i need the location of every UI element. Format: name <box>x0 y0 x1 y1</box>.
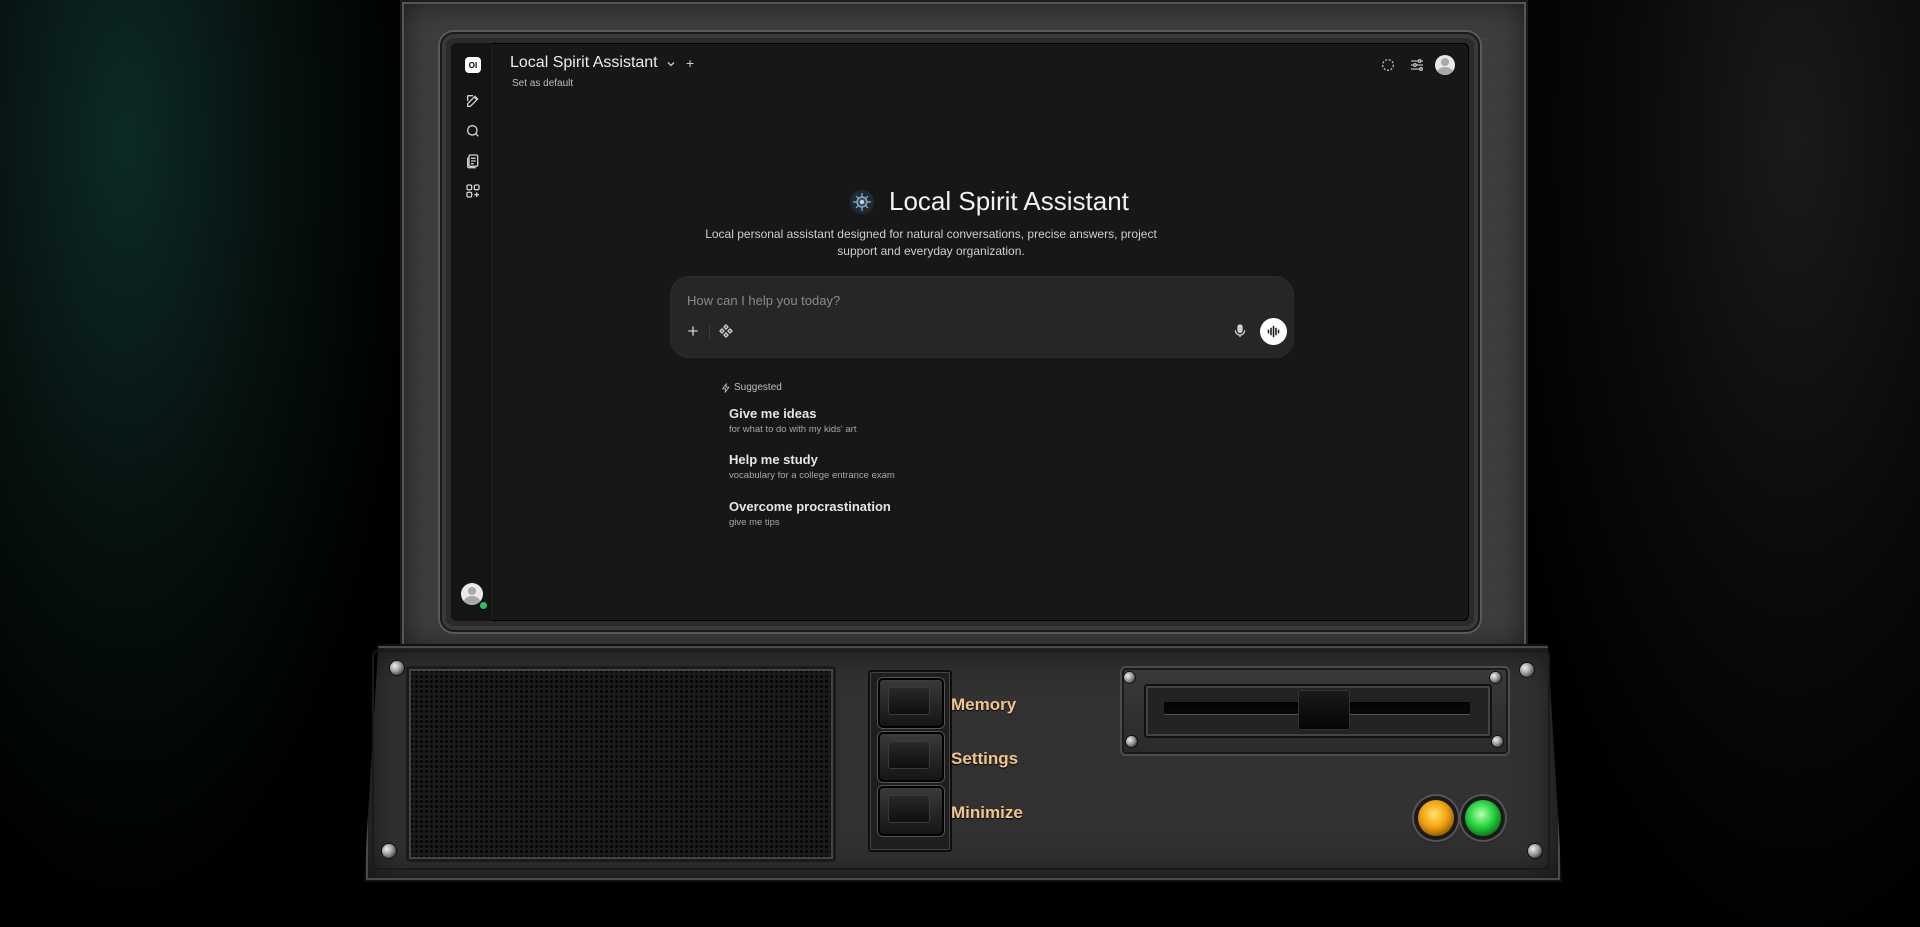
pencil-square-icon[interactable] <box>465 93 481 109</box>
assistant-description: Local personal assistant designed for na… <box>705 227 1157 258</box>
screw <box>1520 663 1534 677</box>
background-left <box>0 0 420 927</box>
suggestion-subtitle: vocabulary for a college entrance exam <box>729 470 895 481</box>
temporary-chat-icon[interactable] <box>1380 57 1396 73</box>
suggestion-subtitle: for what to do with my kids' art <box>729 424 857 435</box>
memory-button[interactable] <box>878 678 944 728</box>
app-logo[interactable]: OI <box>465 57 481 73</box>
voice-mode-button[interactable] <box>1260 318 1287 345</box>
model-selector[interactable]: Local Spirit Assistant <box>510 54 658 72</box>
settings-button[interactable] <box>878 732 944 782</box>
chevron-down-icon[interactable] <box>665 58 677 70</box>
notes-icon[interactable] <box>465 153 481 169</box>
plus-icon[interactable] <box>685 323 701 339</box>
amber-indicator-light <box>1418 800 1454 836</box>
green-indicator-light <box>1465 800 1501 836</box>
screw <box>1126 736 1137 747</box>
background-right <box>1500 0 1920 927</box>
workspace-icon[interactable] <box>465 183 481 199</box>
controls-sliders-icon[interactable] <box>1409 57 1425 73</box>
suggested-heading: Suggested <box>721 382 782 393</box>
set-as-default-link[interactable]: Set as default <box>512 78 573 89</box>
speaker-grille <box>406 666 836 862</box>
minimize-button[interactable] <box>878 786 944 836</box>
app-screen: OI Local Spirit Assistant + Set as defau… <box>451 43 1469 621</box>
audio-waveform-icon <box>1267 325 1280 338</box>
lightning-icon <box>721 382 730 393</box>
suggestion-item[interactable]: Help me study vocabulary for a college e… <box>729 452 1089 481</box>
microphone-icon[interactable] <box>1232 323 1248 339</box>
tools-icon[interactable] <box>718 323 734 339</box>
search-icon[interactable] <box>465 123 481 139</box>
screw <box>1490 672 1501 683</box>
screw <box>390 661 404 675</box>
input-divider <box>709 325 710 339</box>
screw <box>1124 672 1135 683</box>
online-status-dot <box>479 601 488 610</box>
screw <box>1492 736 1503 747</box>
page-title: Local Spirit Assistant <box>889 186 1129 216</box>
suggestion-subtitle: give me tips <box>729 517 780 528</box>
assistant-emblem-icon <box>850 190 874 214</box>
suggested-label: Suggested <box>734 382 782 393</box>
suggestion-item[interactable]: Give me ideas for what to do with my kid… <box>729 406 1089 435</box>
slider-handle[interactable] <box>1298 690 1350 730</box>
screw <box>382 844 396 858</box>
suggestion-title: Overcome procrastination <box>729 499 891 514</box>
minimize-label[interactable]: Minimize <box>951 803 1023 823</box>
suggestion-item[interactable]: Overcome procrastination give me tips <box>729 499 1089 528</box>
settings-label[interactable]: Settings <box>951 749 1018 769</box>
header-user-avatar[interactable] <box>1435 55 1455 75</box>
chat-input-box <box>671 277 1293 357</box>
chat-input[interactable] <box>685 287 1249 313</box>
screw <box>1528 844 1542 858</box>
suggestion-title: Help me study <box>729 452 818 467</box>
sidebar: OI <box>451 43 492 621</box>
add-model-button[interactable]: + <box>686 55 694 71</box>
suggestion-title: Give me ideas <box>729 406 817 421</box>
memory-label[interactable]: Memory <box>951 695 1016 715</box>
